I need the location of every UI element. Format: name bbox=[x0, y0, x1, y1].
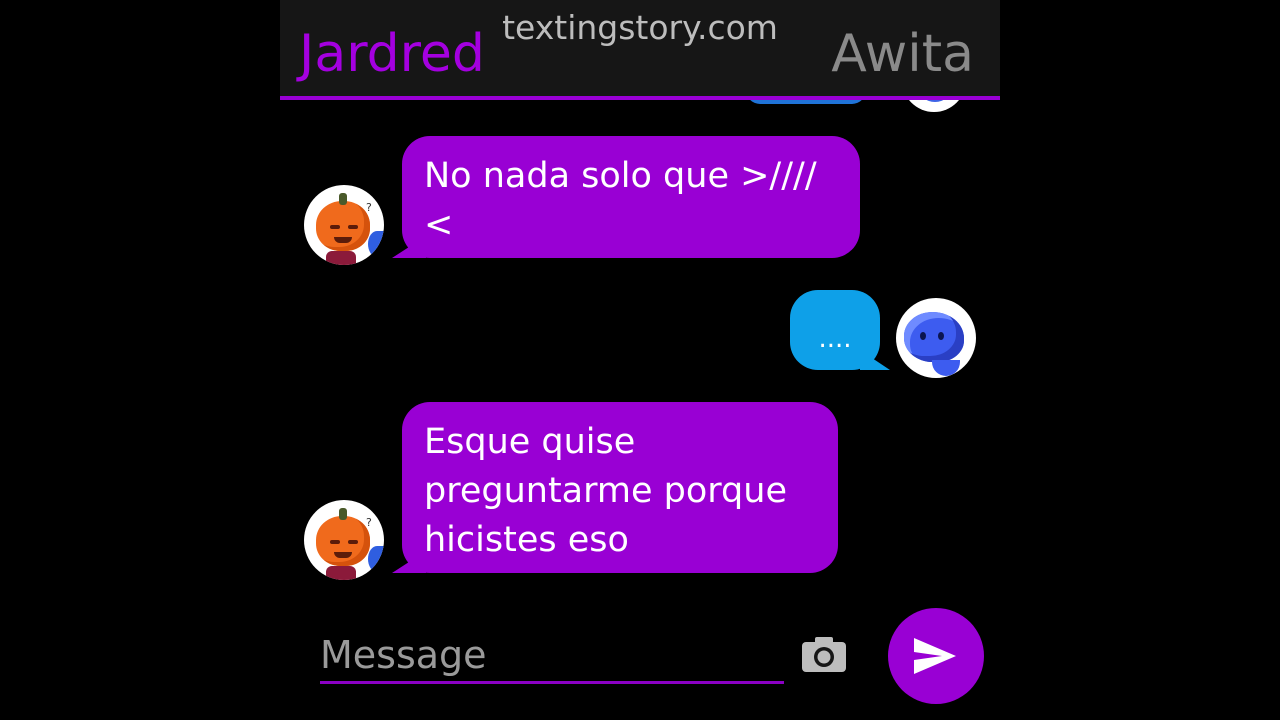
message-text-line: No nada solo que >//// bbox=[424, 156, 817, 196]
message-text-line: hicistes eso bbox=[424, 520, 629, 560]
bubble-tail bbox=[860, 350, 890, 370]
send-icon bbox=[914, 638, 956, 674]
message-text: .... bbox=[818, 324, 852, 354]
chat-screen: Jardred textingstory.com Awita ? No nada… bbox=[280, 0, 1000, 720]
camera-icon[interactable] bbox=[800, 634, 848, 674]
contact-name-right: Awita bbox=[831, 24, 974, 84]
message-text-line: < bbox=[424, 205, 454, 245]
send-button[interactable] bbox=[888, 608, 984, 704]
message-bubble-incoming: No nada solo que >//// < bbox=[402, 136, 860, 258]
chat-header: Jardred textingstory.com Awita bbox=[280, 0, 1000, 100]
message-input[interactable]: Message bbox=[320, 628, 784, 684]
pumpkin-avatar: ? bbox=[304, 500, 384, 580]
pumpkin-avatar: ? bbox=[304, 185, 384, 265]
message-bubble-incoming: Esque quise preguntarme porque hicistes … bbox=[402, 402, 838, 573]
message-text-line: preguntarme porque bbox=[424, 471, 787, 511]
message-text-line: Esque quise bbox=[424, 422, 636, 462]
ghost-avatar bbox=[896, 298, 976, 378]
